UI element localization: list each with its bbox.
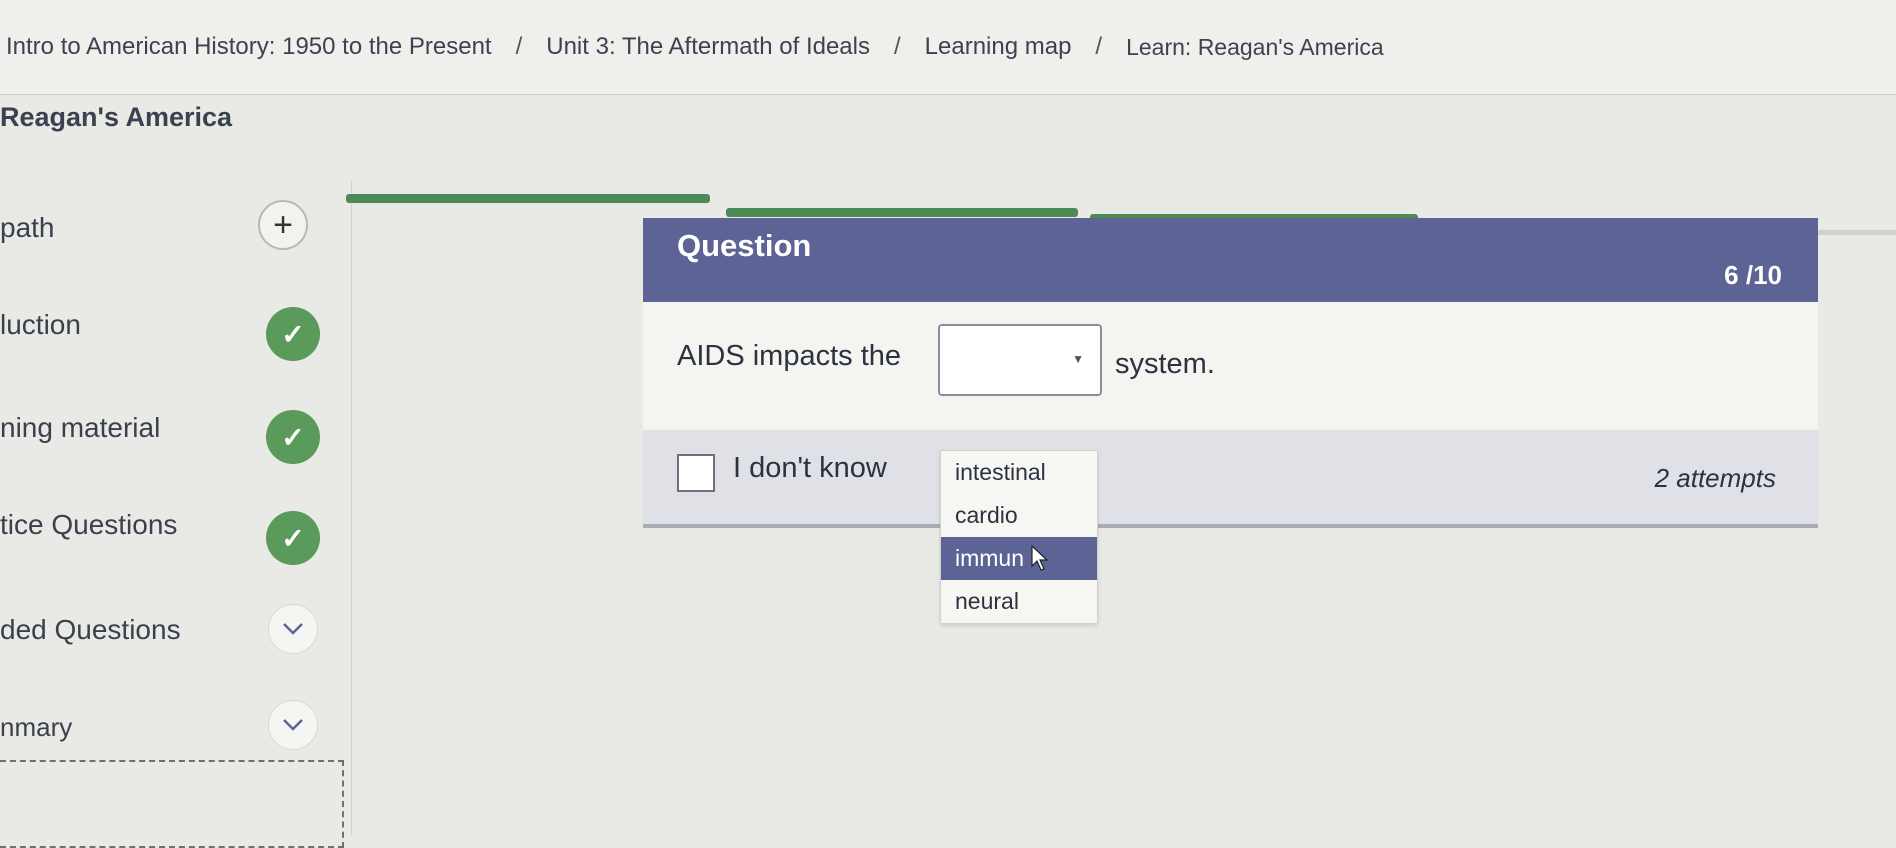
breadcrumb-separator: / — [893, 33, 901, 60]
sidebar-item-label: nmary — [0, 712, 73, 742]
sidebar-item-learning-material[interactable]: ning material ✓ — [0, 400, 352, 464]
sidebar-item-path[interactable]: path + — [0, 200, 352, 260]
breadcrumb-separator: / — [515, 33, 523, 60]
chevron-down-icon[interactable] — [268, 604, 318, 654]
page-title: Reagan's America — [0, 102, 233, 132]
sidebar-item-label: path — [0, 212, 55, 243]
dropdown-option[interactable]: neural — [941, 580, 1097, 623]
sidebar-item-summary[interactable]: nmary — [0, 700, 352, 760]
question-header: Question 6 /10 — [643, 218, 1818, 302]
progress-segment — [726, 208, 1078, 217]
answer-dropdown-list: intestinal cardio immun neural — [940, 450, 1098, 624]
sidebar-item-graded-questions[interactable]: ded Questions — [0, 602, 352, 662]
sidebar-item-label: ded Questions — [0, 614, 181, 645]
dont-know-label[interactable]: I don't know — [733, 452, 887, 485]
sidebar-item-introduction[interactable]: luction ✓ — [0, 297, 352, 361]
question-prompt: AIDS impacts the — [677, 340, 902, 372]
breadcrumb-course-link[interactable]: Intro to American History: 1950 to the P… — [6, 33, 492, 61]
focus-outline — [0, 760, 344, 848]
attempts-label: 2 attempts — [1654, 463, 1776, 493]
checkmark-icon: ✓ — [266, 511, 320, 565]
question-counter: 6 /10 — [1724, 260, 1782, 290]
progress-segment — [346, 194, 710, 203]
dropdown-option-highlighted[interactable]: immun — [941, 537, 1097, 580]
breadcrumb-map-link[interactable]: Learning map — [925, 33, 1072, 61]
answer-select[interactable]: ▼ — [938, 324, 1102, 396]
plus-icon[interactable]: + — [258, 200, 308, 250]
dont-know-checkbox[interactable] — [677, 454, 715, 492]
checkmark-icon: ✓ — [266, 410, 320, 464]
mouse-cursor-icon — [1031, 545, 1049, 571]
checkmark-icon: ✓ — [266, 307, 320, 361]
question-prompt-suffix: system. — [1115, 348, 1215, 380]
breadcrumb-unit-link[interactable]: Unit 3: The Aftermath of Ideals — [546, 33, 870, 61]
sidebar-item-label: ning material — [0, 412, 161, 443]
breadcrumb-current: Learn: Reagan's America — [1126, 33, 1384, 60]
sidebar-item-label: luction — [0, 309, 81, 340]
question-body: AIDS impacts the ▼ system. — [643, 302, 1818, 430]
breadcrumb: Intro to American History: 1950 to the P… — [0, 0, 1896, 95]
chevron-down-icon[interactable] — [268, 700, 318, 750]
question-title: Question — [677, 228, 812, 263]
dropdown-option[interactable]: cardio — [941, 494, 1097, 537]
sidebar: path + luction ✓ ning material ✓ tice Qu… — [0, 180, 352, 848]
sidebar-item-label: tice Questions — [0, 509, 178, 540]
dropdown-option-label: immun — [955, 545, 1025, 571]
dropdown-option[interactable]: intestinal — [941, 451, 1097, 494]
caret-down-icon: ▼ — [1072, 352, 1084, 366]
question-footer: I don't know 2 attempts — [643, 430, 1818, 528]
sidebar-item-practice-questions[interactable]: tice Questions ✓ — [0, 497, 352, 565]
breadcrumb-separator: / — [1095, 33, 1103, 60]
